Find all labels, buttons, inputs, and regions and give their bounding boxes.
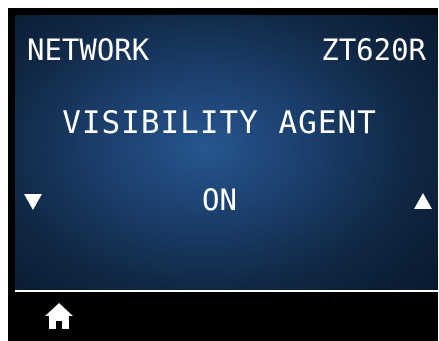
printer-display: NETWORK ZT620R VISIBILITY AGENT ON [0, 0, 439, 341]
setting-value[interactable]: ON [0, 186, 439, 215]
setting-name: VISIBILITY AGENT [62, 105, 377, 141]
footer-divider [15, 290, 438, 292]
home-icon[interactable] [44, 302, 74, 330]
up-arrow-icon[interactable] [414, 193, 432, 209]
menu-title: NETWORK [27, 33, 150, 67]
down-arrow-icon[interactable] [24, 194, 42, 210]
printer-model: ZT620R [321, 33, 426, 67]
